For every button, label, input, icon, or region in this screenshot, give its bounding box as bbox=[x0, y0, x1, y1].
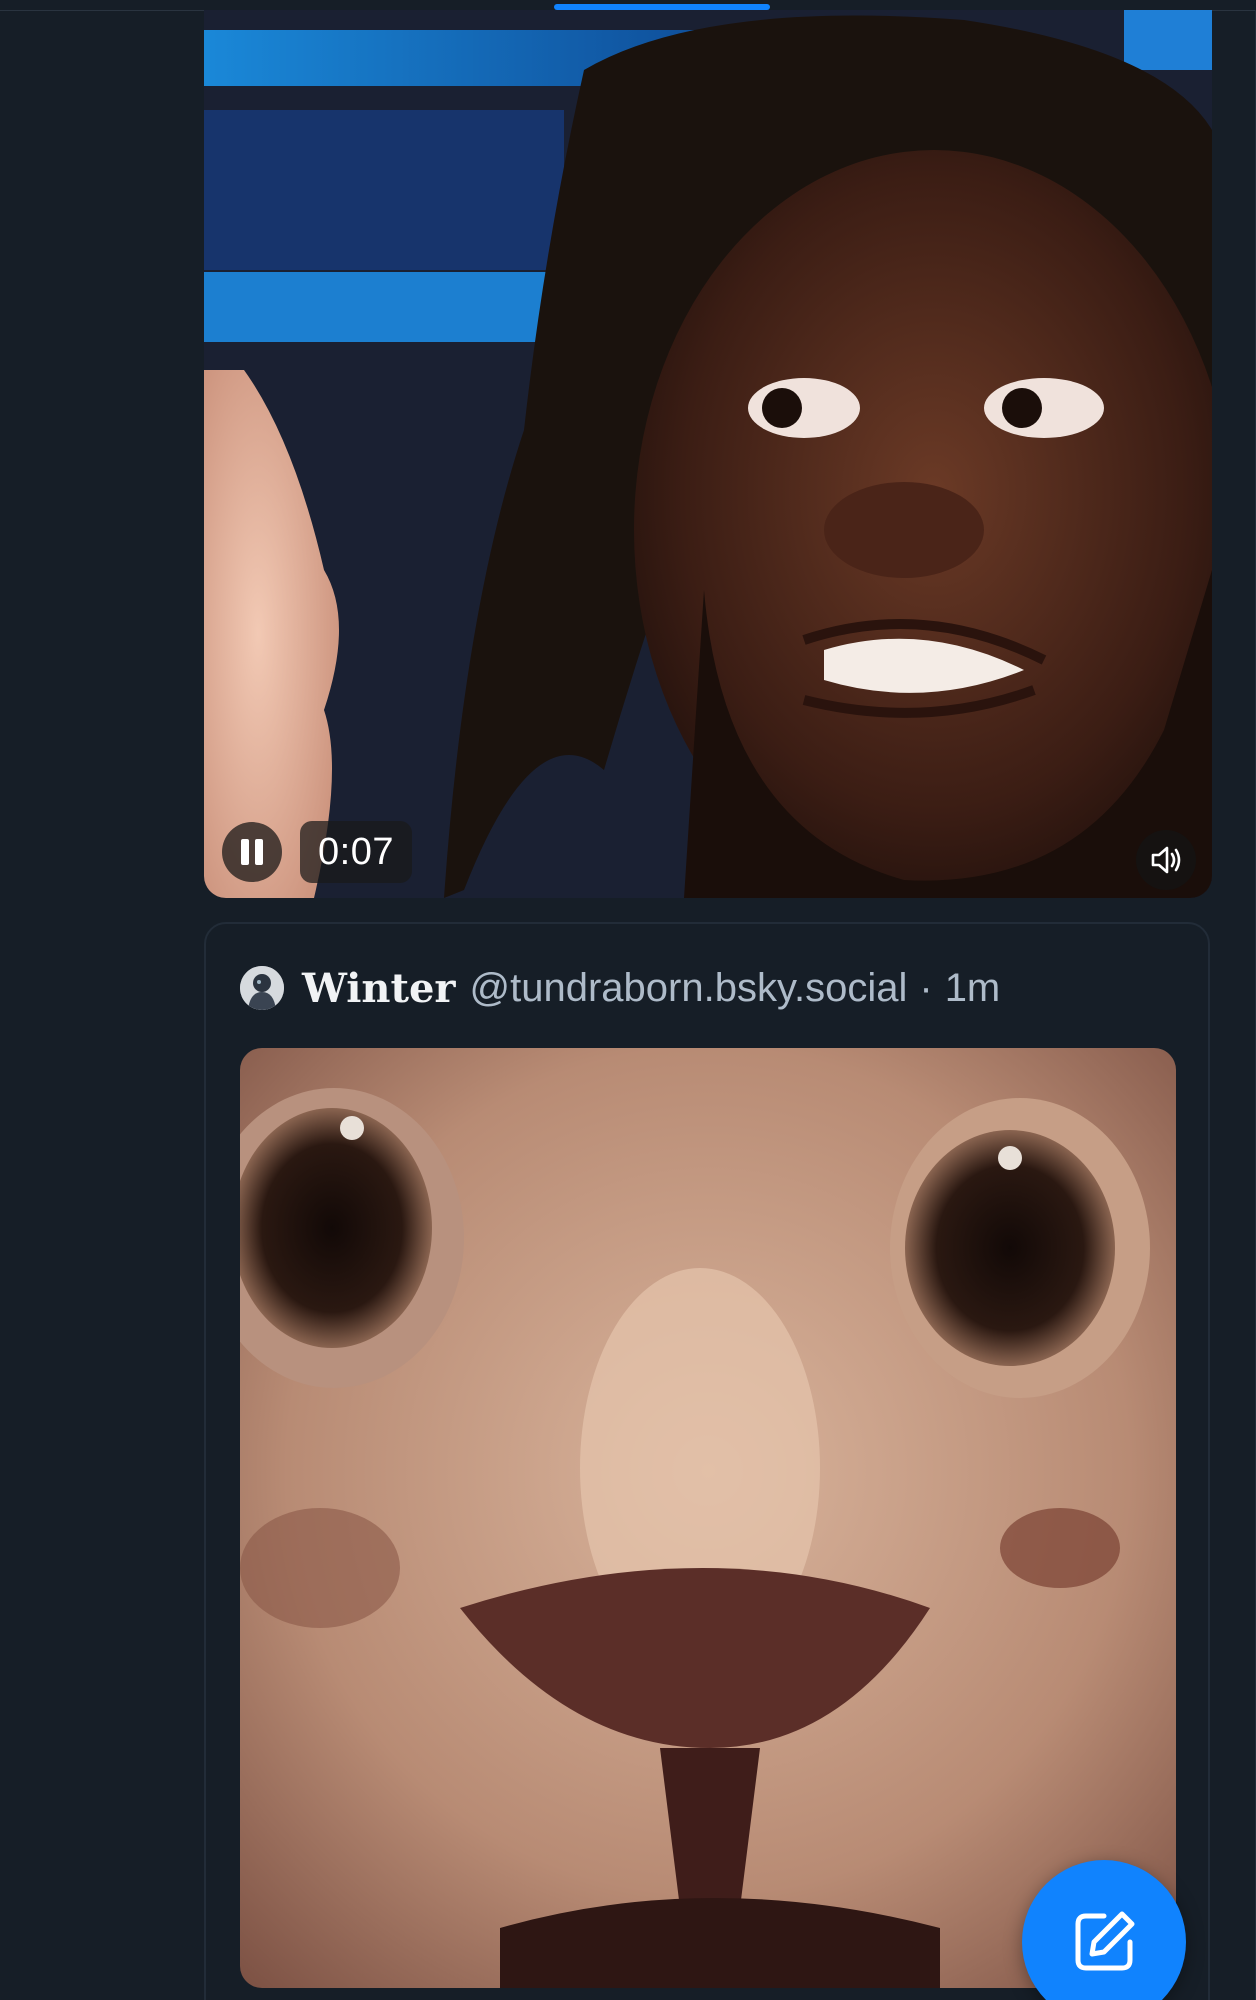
speaker-icon bbox=[1151, 846, 1181, 874]
volume-button[interactable] bbox=[1136, 830, 1196, 890]
video-player[interactable]: 0:07 bbox=[204, 10, 1212, 898]
feed-screen: 0:07 Winter @tundraborn.bsky.social · 1m bbox=[0, 0, 1256, 2000]
pause-button[interactable] bbox=[222, 822, 282, 882]
separator: · bbox=[919, 965, 933, 1010]
pause-icon bbox=[241, 839, 249, 865]
post-timestamp[interactable]: 1m bbox=[945, 966, 1001, 1011]
video-timestamp: 0:07 bbox=[300, 821, 412, 883]
author-handle[interactable]: @tundraborn.bsky.social bbox=[470, 966, 908, 1011]
compose-edit-icon bbox=[1075, 1911, 1135, 1971]
post-header: Winter @tundraborn.bsky.social · 1m bbox=[240, 960, 1000, 1016]
post-image[interactable] bbox=[240, 1048, 1176, 1988]
avatar[interactable] bbox=[240, 966, 284, 1010]
video-frame bbox=[204, 10, 1212, 898]
author-name[interactable]: Winter bbox=[302, 965, 456, 1012]
cat-photo bbox=[240, 1048, 1176, 1988]
quoted-post[interactable]: Winter @tundraborn.bsky.social · 1m bbox=[204, 922, 1210, 2000]
avatar-image bbox=[240, 966, 284, 1010]
